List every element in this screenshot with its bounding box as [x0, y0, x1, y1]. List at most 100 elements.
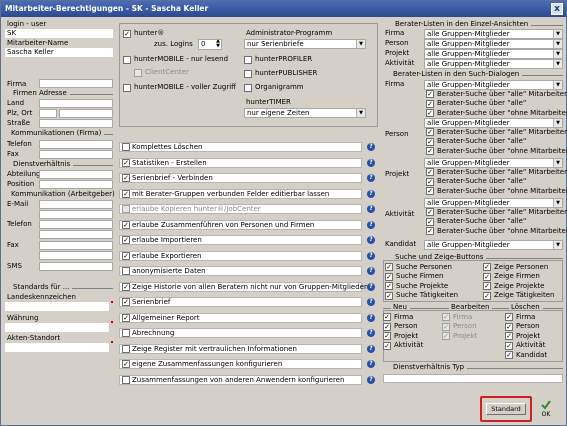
logins-spinner[interactable]: 0 ▲ ▼: [198, 39, 222, 50]
email-field-2[interactable]: [39, 210, 113, 219]
right-row[interactable]: ✓ mit Berater-Gruppen verbunden Felder ed…: [119, 188, 362, 199]
waehrung-field[interactable]: [5, 323, 109, 332]
publisher-checkbox[interactable]: [244, 70, 252, 78]
einzel-select[interactable]: alle Gruppen-Mitglieder ▼: [424, 39, 563, 49]
suche-button-checkbox[interactable]: ✓: [385, 272, 393, 281]
right-checkbox[interactable]: [122, 375, 130, 384]
right-row[interactable]: ✓ eigene Zusammenfassungen konfigurieren: [119, 359, 362, 369]
such-option-checkbox[interactable]: ✓: [426, 168, 434, 176]
such-option-checkbox[interactable]: ✓: [426, 217, 434, 226]
help-icon[interactable]: ?: [367, 174, 375, 182]
such-group-select[interactable]: alle Gruppen-Mitglieder ▼: [424, 198, 563, 208]
such-group-select[interactable]: alle Gruppen-Mitglieder ▼: [424, 118, 563, 128]
zeige-button-checkbox[interactable]: ✓: [483, 272, 491, 281]
organigramm-checkbox[interactable]: [244, 84, 252, 92]
right-row[interactable]: anonymisierte Daten: [119, 266, 362, 276]
help-icon[interactable]: ?: [367, 360, 375, 368]
help-icon[interactable]: ?: [367, 375, 375, 384]
bearbeiten-checkbox[interactable]: ✓: [442, 322, 450, 331]
help-icon[interactable]: ?: [367, 220, 375, 229]
strasse-field[interactable]: [39, 119, 113, 128]
fax-field[interactable]: [39, 150, 113, 159]
firma-field[interactable]: [39, 79, 113, 88]
zeige-button-checkbox[interactable]: ✓: [483, 291, 491, 300]
plz-field[interactable]: [39, 109, 57, 118]
such-option-checkbox[interactable]: ✓: [426, 99, 434, 108]
neu-checkbox[interactable]: ✓: [383, 313, 391, 321]
right-checkbox[interactable]: ✓: [122, 220, 130, 229]
right-checkbox[interactable]: ✓: [122, 251, 130, 260]
right-row[interactable]: Komplettes Löschen: [119, 142, 362, 152]
loeschen-checkbox[interactable]: ✓: [505, 313, 513, 321]
help-icon[interactable]: ?: [367, 282, 375, 291]
right-checkbox[interactable]: ✓: [122, 298, 130, 306]
right-checkbox[interactable]: ✓: [122, 360, 130, 368]
bearbeiten-checkbox[interactable]: ✓: [442, 332, 450, 340]
right-row[interactable]: ✓ erlaube Importieren: [119, 235, 362, 245]
such-option-checkbox[interactable]: ✓: [426, 227, 434, 235]
loeschen-checkbox[interactable]: ✓: [505, 332, 513, 340]
right-checkbox[interactable]: [122, 344, 130, 353]
such-option-checkbox[interactable]: ✓: [426, 187, 434, 195]
right-row[interactable]: ✓ Allgemeiner Report: [119, 312, 362, 323]
loeschen-checkbox[interactable]: ✓: [505, 341, 513, 350]
right-row[interactable]: ✓ Serienbrief: [119, 297, 362, 307]
mobile-readonly-checkbox[interactable]: [123, 56, 131, 64]
right-row[interactable]: ✓ erlaube Exportieren: [119, 250, 362, 261]
help-icon[interactable]: ?: [367, 267, 375, 275]
telefon2-field-2[interactable]: [39, 230, 113, 239]
such-group-select[interactable]: alle Gruppen-Mitglieder ▼: [424, 158, 563, 168]
right-row[interactable]: erlaube Kopieren hunter®/JobCenter: [119, 204, 362, 214]
such-option-checkbox[interactable]: ✓: [426, 177, 434, 186]
help-icon[interactable]: ?: [367, 189, 375, 198]
fax2-field-2[interactable]: [39, 251, 113, 260]
help-icon[interactable]: ?: [367, 143, 375, 151]
right-row[interactable]: Zusammenfassungen von anderen Anwendern …: [119, 374, 362, 385]
email-field-1[interactable]: [39, 200, 113, 209]
einzel-select[interactable]: alle Gruppen-Mitglieder ▼: [424, 29, 563, 39]
help-icon[interactable]: ?: [367, 313, 375, 322]
right-checkbox[interactable]: ✓: [122, 189, 130, 198]
right-row[interactable]: ✓ Serienbrief - Verbinden: [119, 173, 362, 183]
right-checkbox[interactable]: ✓: [122, 236, 130, 244]
bearbeiten-checkbox[interactable]: ✓: [442, 313, 450, 321]
telefon-field[interactable]: [39, 140, 113, 149]
zeige-button-checkbox[interactable]: ✓: [483, 263, 491, 271]
employee-name-field[interactable]: Sascha Keller: [5, 48, 113, 57]
help-icon[interactable]: ?: [367, 329, 375, 337]
ok-button[interactable]: OK: [539, 400, 553, 420]
such-option-checkbox[interactable]: ✓: [426, 128, 434, 136]
einzel-select[interactable]: alle Gruppen-Mitglieder ▼: [424, 49, 563, 59]
hunter-checkbox[interactable]: ✓: [123, 30, 131, 38]
login-field[interactable]: SK: [5, 29, 113, 38]
right-row[interactable]: ✓ Statistiken - Erstellen: [119, 157, 362, 168]
help-icon[interactable]: ?: [367, 298, 375, 306]
help-icon[interactable]: ?: [367, 251, 375, 260]
right-row[interactable]: Zeige Register mit vertraulichen Informa…: [119, 343, 362, 354]
right-checkbox[interactable]: ✓: [122, 158, 130, 167]
right-checkbox[interactable]: [122, 205, 130, 213]
such-option-checkbox[interactable]: ✓: [426, 109, 434, 117]
suche-button-checkbox[interactable]: ✓: [385, 263, 393, 271]
such-group-select[interactable]: alle Gruppen-Mitglieder ▼: [424, 240, 563, 250]
such-group-select[interactable]: alle Gruppen-Mitglieder ▼: [424, 80, 563, 90]
right-checkbox[interactable]: ✓: [122, 174, 130, 182]
such-option-checkbox[interactable]: ✓: [426, 90, 434, 98]
such-option-checkbox[interactable]: ✓: [426, 147, 434, 155]
suche-button-checkbox[interactable]: ✓: [385, 282, 393, 290]
land-field[interactable]: [39, 99, 113, 108]
clientcenter-checkbox[interactable]: [134, 69, 142, 77]
einzel-select[interactable]: alle Gruppen-Mitglieder ▼: [424, 59, 563, 69]
dienstverhaeltnis-typ-field[interactable]: [383, 374, 563, 383]
zeige-button-checkbox[interactable]: ✓: [483, 282, 491, 290]
position-field[interactable]: [39, 180, 113, 189]
neu-checkbox[interactable]: ✓: [383, 341, 391, 350]
mobile-full-checkbox[interactable]: [123, 84, 131, 92]
fax2-field-1[interactable]: [39, 241, 113, 250]
suche-button-checkbox[interactable]: ✓: [385, 291, 393, 300]
profiler-checkbox[interactable]: [244, 56, 252, 64]
help-icon[interactable]: ?: [367, 236, 375, 244]
right-row[interactable]: Abrechnung: [119, 328, 362, 338]
neu-checkbox[interactable]: ✓: [383, 332, 391, 340]
timer-select[interactable]: nur eigene Zeiten ▼: [244, 108, 366, 118]
